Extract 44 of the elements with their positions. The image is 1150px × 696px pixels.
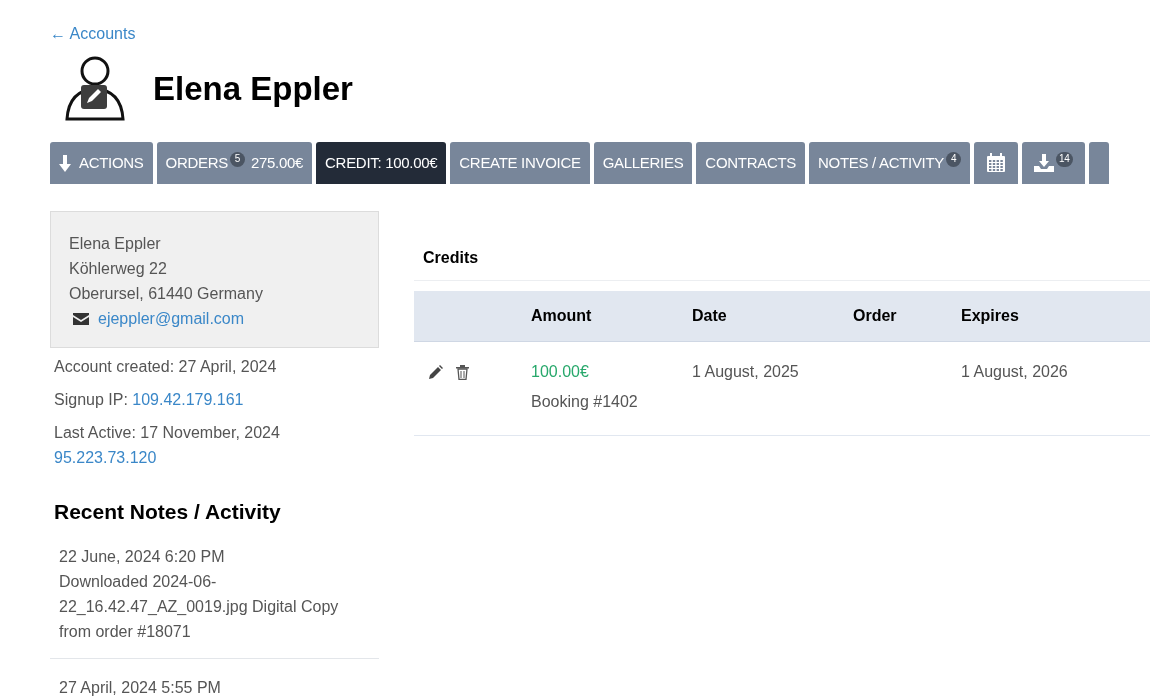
pencil-icon[interactable]	[429, 365, 443, 379]
icon-tab[interactable]: 14	[1022, 142, 1085, 184]
profile-name: Elena Eppler	[153, 69, 353, 110]
note-date: 22 June, 2024 6:20 PM	[59, 546, 226, 567]
user-edit-icon	[65, 56, 127, 122]
column-header: Amount	[531, 306, 593, 326]
section-title: Recent Notes / Activity	[54, 499, 282, 525]
credit-amount: 100.00€	[531, 362, 590, 382]
tab[interactable]: GALLERIES	[593, 142, 693, 184]
address-line: Köhlerweg 22	[69, 259, 168, 279]
address-line: Oberursel, 61440 Germany	[69, 284, 264, 304]
ip-link[interactable]: 95.223.73.120	[54, 449, 157, 466]
download-tray-icon	[1034, 154, 1055, 172]
address-line: Elena Eppler	[69, 234, 162, 254]
trash-icon[interactable]	[456, 365, 469, 380]
table-cell-text: 1 August, 2026	[961, 362, 1069, 382]
credit-note: Booking #1402	[531, 392, 639, 412]
tab[interactable]: CREATE INVOICE	[450, 142, 590, 184]
column-header: Order	[853, 306, 898, 326]
count-badge: 5	[229, 151, 245, 167]
count-badge: 4	[946, 151, 962, 167]
column-header: Expires	[961, 306, 1020, 326]
email-link[interactable]: ejeppler@gmail.com	[98, 306, 245, 331]
table-title: Credits	[423, 248, 480, 268]
envelope-icon	[73, 312, 89, 325]
note-text: Downloaded 2024-06-22_16.42.47_AZ_0019.jpg Digital Copy from order #18071	[59, 571, 340, 642]
down-arrow-icon	[59, 154, 71, 172]
tab[interactable]: NOTES / ACTIVITY 4	[809, 142, 971, 184]
info-text: Account created: 27 April, 2024	[54, 358, 277, 375]
note-date: 27 April, 2024 5:55 PM	[59, 677, 222, 696]
column-header: Date	[692, 306, 728, 326]
icon-tab[interactable]	[974, 142, 1019, 184]
info-text: Last Active: 17 November, 2024	[54, 424, 280, 441]
count-badge: 14	[1056, 151, 1073, 167]
ip-link[interactable]: 109.42.179.161	[132, 391, 244, 408]
tab[interactable]: ACTIONS	[50, 142, 153, 184]
tab[interactable]: CREDIT: 100.00€	[316, 142, 447, 184]
back-link[interactable]: ← Accounts	[50, 22, 136, 46]
tab[interactable]: CONTRACTS	[696, 142, 805, 184]
table-cell-text: 1 August, 2025	[692, 362, 800, 382]
tab[interactable]: ORDERS 5 275.00€	[156, 142, 313, 184]
info-text: Signup IP:	[54, 391, 129, 408]
tab[interactable]	[1088, 142, 1109, 184]
calendar-icon	[986, 153, 1007, 173]
